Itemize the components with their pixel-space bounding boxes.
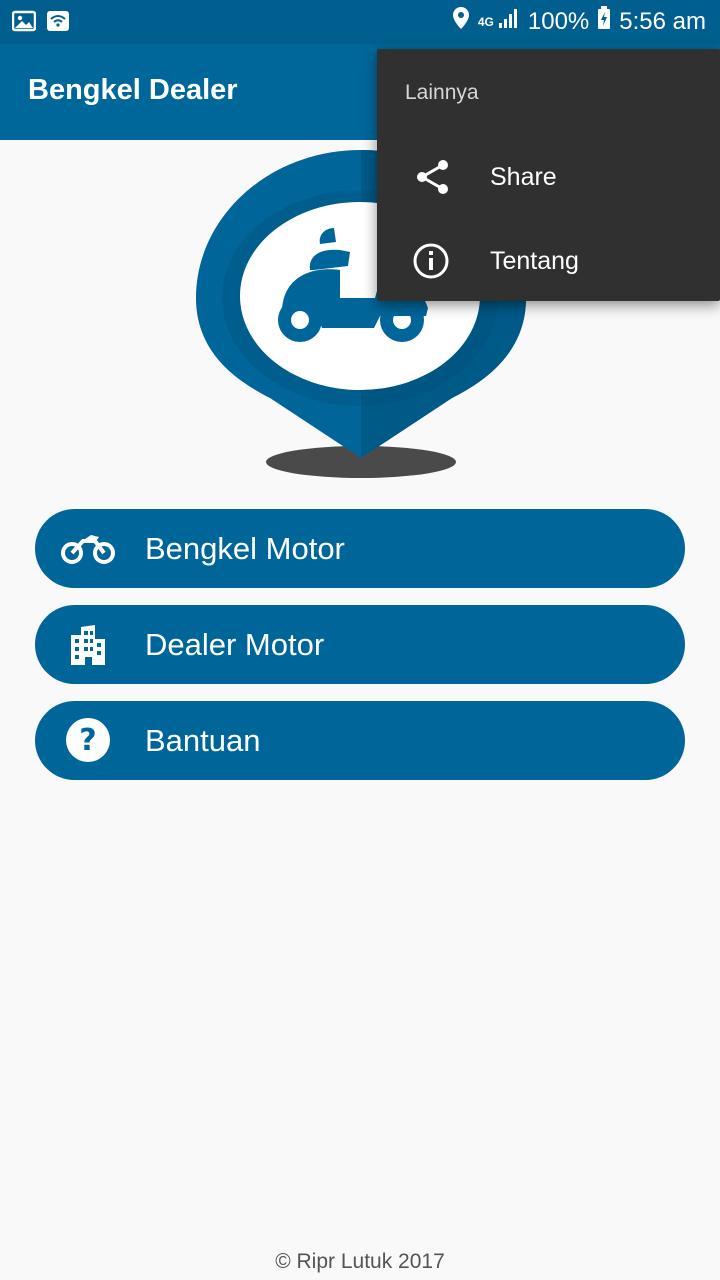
network-type: 4G bbox=[477, 14, 494, 29]
bantuan-label: Bantuan bbox=[145, 723, 261, 758]
bengkel-motor-button[interactable]: Bengkel Motor bbox=[35, 509, 685, 588]
clock: 5:56 am bbox=[619, 7, 706, 35]
share-menu-item[interactable]: Share bbox=[377, 135, 720, 219]
bengkel-motor-label: Bengkel Motor bbox=[145, 531, 345, 566]
app-title: Bengkel Dealer bbox=[28, 74, 238, 106]
overflow-menu: Lainnya Share Tentang bbox=[377, 49, 720, 301]
share-label: Share bbox=[490, 163, 557, 191]
motorcycle-icon bbox=[61, 523, 115, 573]
bantuan-button[interactable]: ? Bantuan bbox=[35, 701, 685, 780]
location-icon bbox=[452, 6, 470, 37]
share-icon bbox=[413, 157, 453, 197]
battery-charging-icon bbox=[597, 6, 611, 37]
dealer-motor-label: Dealer Motor bbox=[145, 627, 325, 662]
wifi-notification-icon bbox=[46, 10, 70, 37]
image-notification-icon bbox=[11, 10, 37, 37]
tentang-label: Tentang bbox=[490, 247, 579, 275]
info-icon bbox=[413, 241, 453, 281]
overflow-menu-header: Lainnya bbox=[405, 81, 479, 104]
battery-percent: 100% bbox=[527, 7, 590, 35]
copyright-footer: © Ripr Lutuk 2017 bbox=[275, 1250, 445, 1273]
help-icon: ? bbox=[61, 715, 115, 765]
dealer-motor-button[interactable]: Dealer Motor bbox=[35, 605, 685, 684]
building-icon bbox=[61, 619, 115, 669]
status-bar: 4G 100% 5:56 am bbox=[0, 0, 720, 44]
svg-text:?: ? bbox=[79, 723, 96, 758]
signal-icon bbox=[498, 7, 520, 36]
tentang-menu-item[interactable]: Tentang bbox=[377, 219, 720, 303]
